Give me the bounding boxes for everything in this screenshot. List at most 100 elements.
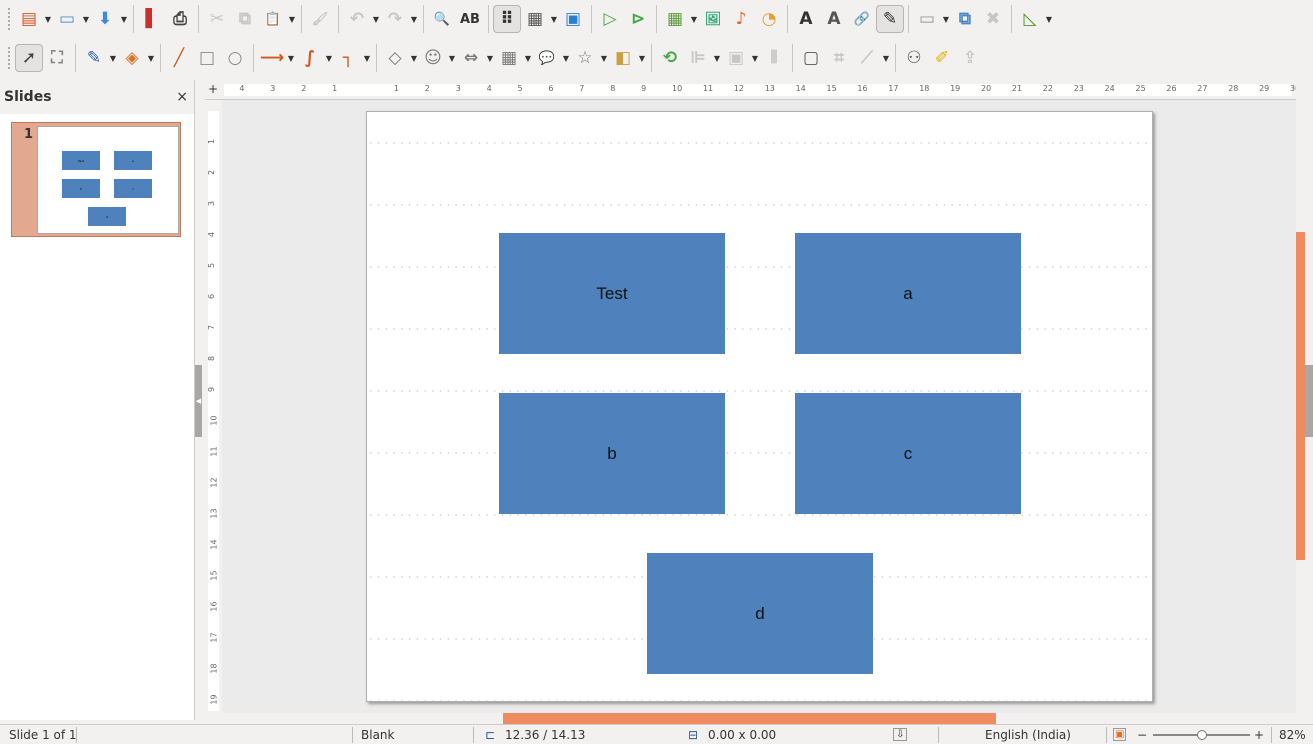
line-color-button[interactable]: ✎ — [80, 44, 108, 72]
3d-objects-dropdown-icon[interactable]: ▼ — [637, 54, 647, 63]
image-button[interactable]: 🖼 — [699, 5, 727, 33]
symbol-shapes-dropdown-icon[interactable]: ▼ — [447, 54, 457, 63]
filter-button[interactable]: ⟋ — [853, 44, 881, 72]
display-grid-button[interactable]: ⠿ — [493, 5, 521, 33]
paste-dropdown-icon[interactable]: ▼ — [287, 15, 297, 24]
zoom-in-button[interactable]: + — [1254, 728, 1264, 742]
delete-slide-button[interactable]: ✖ — [979, 5, 1007, 33]
slide-layout-dropdown-icon[interactable]: ▼ — [1044, 15, 1054, 24]
save-button[interactable]: ⬇ — [91, 5, 119, 33]
new-presentation-button[interactable]: ▤ — [15, 5, 43, 33]
slide-button[interactable]: ▭ — [913, 5, 941, 33]
shape-a[interactable]: a — [795, 233, 1021, 354]
fontwork-button[interactable]: A — [820, 5, 848, 33]
clone-formatting-button[interactable]: 🖌 — [306, 5, 334, 33]
fit-slide-icon[interactable]: ▣ — [1113, 728, 1127, 741]
text-box-button[interactable]: A — [792, 5, 820, 33]
redo-button[interactable]: ↷ — [381, 5, 409, 33]
horizontal-ruler[interactable]: +4 3 2 1 1 2 3 4 5 6 7 8 9 10 11 12 13 14 15 16 17 18 19 20 21 22… — [205, 80, 1300, 100]
ellipse-button[interactable]: ○ — [221, 44, 249, 72]
display-views-dropdown-icon[interactable]: ▼ — [549, 15, 559, 24]
start-first-slide-button[interactable]: ▷ — [596, 5, 624, 33]
shape-c[interactable]: c — [795, 393, 1021, 514]
align-button[interactable]: ⊫ — [684, 44, 712, 72]
fill-color-dropdown-icon[interactable]: ▼ — [146, 54, 156, 63]
rectangle-button[interactable]: □ — [193, 44, 221, 72]
line-button[interactable]: ╱ — [165, 44, 193, 72]
find-replace-button[interactable]: 🔍 — [428, 5, 456, 33]
basic-shapes-button[interactable]: ◇ — [381, 44, 409, 72]
start-current-slide-button[interactable]: ⊳ — [624, 5, 652, 33]
vertical-ruler[interactable]: 1 2 3 4 5 6 7 8 9 10 11 12 13 14 15 16 17 18 19 — [205, 100, 222, 713]
export-pdf-button[interactable]: ▌ — [138, 5, 166, 33]
toolbar-grip[interactable] — [8, 8, 11, 30]
hyperlink-button[interactable]: 🔗 — [848, 5, 876, 33]
callouts-button[interactable]: 💬 — [533, 44, 561, 72]
pane-splitter[interactable]: ◀ — [195, 80, 205, 720]
rotate-button[interactable]: ⟲ — [656, 44, 684, 72]
flowchart-button[interactable]: ▦ — [495, 44, 523, 72]
stars-button[interactable]: ☆ — [571, 44, 599, 72]
table-button[interactable]: ▦ — [661, 5, 689, 33]
collapse-handle-icon[interactable]: ◀ — [195, 365, 202, 437]
block-arrows-button[interactable]: ⇔ — [457, 44, 485, 72]
vertical-scroll-thumb[interactable] — [1296, 232, 1305, 560]
select-button[interactable]: ➚ — [15, 44, 43, 72]
slide-thumbnail-1[interactable]: 1 Test a b c d — [11, 122, 181, 237]
stars-dropdown-icon[interactable]: ▼ — [599, 54, 609, 63]
shape-test[interactable]: Test — [499, 233, 725, 354]
flowchart-dropdown-icon[interactable]: ▼ — [523, 54, 533, 63]
paste-button[interactable]: 📋 — [259, 5, 287, 33]
shape-d[interactable]: d — [647, 553, 873, 674]
crop-button[interactable]: ⌗ — [825, 44, 853, 72]
table-dropdown-icon[interactable]: ▼ — [689, 15, 699, 24]
zoom-pan-button[interactable]: ⛶ — [43, 44, 71, 72]
media-button[interactable]: ♪ — [727, 5, 755, 33]
filter-dropdown-icon[interactable]: ▼ — [881, 54, 891, 63]
save-dropdown-icon[interactable]: ▼ — [119, 15, 129, 24]
new-presentation-dropdown-icon[interactable]: ▼ — [43, 15, 53, 24]
block-arrows-dropdown-icon[interactable]: ▼ — [485, 54, 495, 63]
3d-objects-button[interactable]: ◧ — [609, 44, 637, 72]
cut-button[interactable]: ✂ — [203, 5, 231, 33]
document-modified-icon[interactable]: ⇩ — [893, 728, 908, 741]
connectors-button[interactable]: ┐ — [334, 44, 362, 72]
align-dropdown-icon[interactable]: ▼ — [712, 54, 722, 63]
open-dropdown-icon[interactable]: ▼ — [81, 15, 91, 24]
callouts-dropdown-icon[interactable]: ▼ — [561, 54, 571, 63]
line-color-dropdown-icon[interactable]: ▼ — [108, 54, 118, 63]
spelling-button[interactable]: AB — [456, 5, 484, 33]
curves-button[interactable]: ∫ — [296, 44, 324, 72]
curves-dropdown-icon[interactable]: ▼ — [324, 54, 334, 63]
fill-color-button[interactable]: ◈ — [118, 44, 146, 72]
close-pane-button[interactable]: × — [176, 89, 188, 105]
duplicate-slide-button[interactable]: ⧉ — [951, 5, 979, 33]
points-button[interactable]: ✐ — [928, 44, 956, 72]
shape-b[interactable]: b — [499, 393, 725, 514]
arrange-button[interactable]: ▣ — [722, 44, 750, 72]
copy-button[interactable]: ⧉ — [231, 5, 259, 33]
open-button[interactable]: ▭ — [53, 5, 81, 33]
undo-dropdown-icon[interactable]: ▼ — [371, 15, 381, 24]
draw-functions-button[interactable]: ✎ — [876, 5, 904, 33]
language[interactable]: English (India) — [985, 728, 1071, 742]
horizontal-scrollbar[interactable] — [222, 713, 1296, 724]
horizontal-scroll-thumb[interactable] — [503, 713, 996, 724]
undo-button[interactable]: ↶ — [343, 5, 371, 33]
arrange-dropdown-icon[interactable]: ▼ — [750, 54, 760, 63]
glue-points-button[interactable]: ⚇ — [900, 44, 928, 72]
toolbar-grip[interactable] — [8, 47, 11, 69]
lines-arrows-button[interactable]: ⟶ — [258, 44, 286, 72]
extrusion-button[interactable]: ⇪ — [956, 44, 984, 72]
zoom-out-button[interactable]: − — [1137, 728, 1147, 742]
symbol-shapes-button[interactable]: ☺ — [419, 44, 447, 72]
slide-canvas[interactable]: Test a b c d — [222, 100, 1296, 713]
lines-arrows-dropdown-icon[interactable]: ▼ — [286, 54, 296, 63]
print-button[interactable]: ⎙ — [166, 5, 194, 33]
basic-shapes-dropdown-icon[interactable]: ▼ — [409, 54, 419, 63]
zoom-level[interactable]: 82% — [1279, 728, 1306, 742]
shadow-button[interactable]: ▢ — [797, 44, 825, 72]
distribute-button[interactable]: ⫴ — [760, 44, 788, 72]
chart-button[interactable]: ◔ — [755, 5, 783, 33]
zoom-slider-knob[interactable] — [1196, 730, 1207, 740]
